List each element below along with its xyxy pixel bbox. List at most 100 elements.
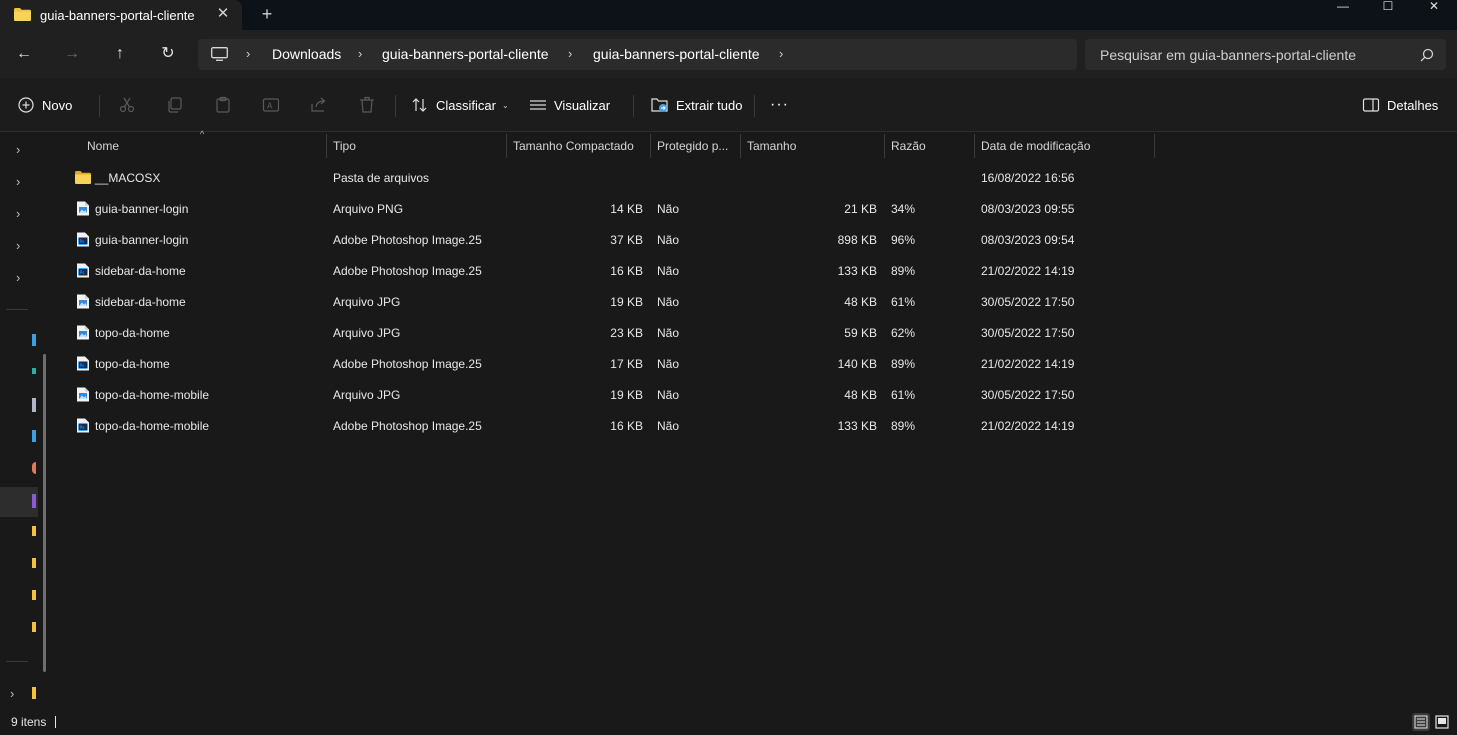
copy-button[interactable] xyxy=(166,78,191,132)
tab-close-button[interactable]: ✕ xyxy=(214,5,232,23)
folder-icon[interactable] xyxy=(32,590,36,600)
column-header-label: Tipo xyxy=(333,139,356,153)
tiles-view-icon[interactable] xyxy=(1433,713,1451,731)
breadcrumb-separator[interactable]: › xyxy=(358,46,362,61)
file-name-cell[interactable]: __MACOSX xyxy=(95,171,325,185)
address-bar[interactable]: › Downloads › guia-banners-portal-client… xyxy=(198,39,1077,70)
share-button[interactable] xyxy=(310,78,335,132)
file-name-cell[interactable]: guia-banner-login xyxy=(95,233,325,247)
expand-chevron-icon[interactable]: › xyxy=(16,270,26,285)
toolbar-divider xyxy=(633,95,634,117)
file-name-cell[interactable]: topo-da-home-mobile xyxy=(95,388,325,402)
breadcrumb-separator[interactable]: › xyxy=(568,46,572,61)
details-view-icon[interactable] xyxy=(1412,713,1430,731)
folder-icon[interactable] xyxy=(32,558,36,568)
nav-item-icon[interactable] xyxy=(32,494,36,508)
nav-item-icon[interactable] xyxy=(32,398,36,412)
expand-chevron-icon[interactable]: › xyxy=(16,174,26,189)
search-input[interactable]: Pesquisar em guia-banners-portal-cliente xyxy=(1085,39,1446,70)
column-header-protected[interactable]: Protegido p... xyxy=(651,132,740,158)
image-file-icon xyxy=(77,325,89,340)
column-header-compressed-size[interactable]: Tamanho Compactado xyxy=(507,132,650,158)
column-header-name[interactable]: Nome xyxy=(55,132,326,158)
file-protected-cell: Não xyxy=(657,326,680,340)
expand-chevron-icon[interactable]: › xyxy=(16,142,26,157)
close-window-button[interactable]: ✕ xyxy=(1411,0,1457,14)
new-tab-button[interactable]: + xyxy=(257,4,277,24)
breadcrumb-separator[interactable]: › xyxy=(246,46,250,61)
breadcrumb-separator[interactable]: › xyxy=(779,46,783,61)
file-row[interactable]: Ps guia-banner-login Adobe Photoshop Image… xyxy=(65,224,1155,255)
file-row[interactable]: guia-banner-login Arquivo PNG 14 KB Não 21 K… xyxy=(65,193,1155,224)
file-protected-cell: Não xyxy=(657,357,680,371)
search-icon[interactable] xyxy=(1420,48,1434,62)
maximize-button[interactable]: ☐ xyxy=(1365,0,1411,14)
nav-item-icon[interactable] xyxy=(32,334,36,346)
file-type-cell: Adobe Photoshop Image.25 xyxy=(333,357,482,371)
computer-icon[interactable] xyxy=(211,47,228,61)
expand-chevron-icon[interactable]: › xyxy=(10,686,20,701)
sort-button[interactable]: Classificar ⌄ xyxy=(411,78,509,132)
title-bar: guia-banners-portal-cliente ✕ + — ☐ ✕ xyxy=(0,0,1457,30)
nav-item-icon[interactable] xyxy=(32,430,36,442)
file-name-cell[interactable]: topo-da-home-mobile xyxy=(95,419,325,433)
file-row[interactable]: Ps topo-da-home Adobe Photoshop Image.25 17… xyxy=(65,348,1155,379)
forward-button[interactable]: → xyxy=(60,42,84,66)
breadcrumb-subfolder[interactable]: guia-banners-portal-cliente xyxy=(593,46,760,62)
nav-item-icon[interactable] xyxy=(32,462,36,474)
file-row[interactable]: sidebar-da-home Arquivo JPG 19 KB Não 48 KB 6… xyxy=(65,286,1155,317)
expand-chevron-icon[interactable]: › xyxy=(16,238,26,253)
column-header-modified[interactable]: Data de modificação xyxy=(975,132,1154,158)
expand-chevron-icon[interactable]: › xyxy=(16,206,26,221)
extract-icon xyxy=(651,98,668,112)
file-name-cell[interactable]: topo-da-home xyxy=(95,326,325,340)
details-button[interactable]: Detalhes xyxy=(1362,78,1438,132)
nav-item-icon[interactable] xyxy=(32,368,36,374)
column-header-size[interactable]: Tamanho xyxy=(741,132,884,158)
breadcrumb-downloads[interactable]: Downloads xyxy=(272,46,341,62)
minimize-button[interactable]: — xyxy=(1320,0,1366,14)
navigation-scrollbar[interactable] xyxy=(43,354,46,672)
breadcrumb-folder[interactable]: guia-banners-portal-cliente xyxy=(382,46,549,62)
file-type-cell: Arquivo JPG xyxy=(333,326,401,340)
column-header-type[interactable]: Tipo xyxy=(327,132,506,158)
tab-active[interactable]: guia-banners-portal-cliente ✕ xyxy=(0,0,242,30)
cut-button[interactable] xyxy=(118,78,143,132)
folder-icon xyxy=(75,171,91,184)
file-row[interactable]: topo-da-home-mobile Arquivo JPG 19 KB Não 48… xyxy=(65,379,1155,410)
file-compressed-cell: 23 KB xyxy=(610,326,643,340)
column-header-ratio[interactable]: Razão xyxy=(885,132,974,158)
file-name-cell[interactable]: guia-banner-login xyxy=(95,202,325,216)
paste-button[interactable] xyxy=(214,78,239,132)
file-row[interactable]: __MACOSX Pasta de arquivos 16/08/2022 16:5… xyxy=(65,162,1155,193)
more-options-button[interactable]: ··· xyxy=(770,78,789,132)
refresh-button[interactable]: ↻ xyxy=(156,42,180,66)
file-name-cell[interactable]: topo-da-home xyxy=(95,357,325,371)
file-name-cell[interactable]: sidebar-da-home xyxy=(95,295,325,309)
new-button[interactable]: Novo xyxy=(17,78,72,132)
delete-button[interactable] xyxy=(358,78,383,132)
file-row[interactable]: Ps sidebar-da-home Adobe Photoshop Image.2… xyxy=(65,255,1155,286)
file-compressed-cell: 37 KB xyxy=(610,233,643,247)
file-type-cell: Arquivo PNG xyxy=(333,202,404,216)
folder-icon[interactable] xyxy=(32,526,36,536)
back-button[interactable]: ← xyxy=(12,42,36,66)
details-pane-icon xyxy=(1362,98,1380,112)
folder-icon[interactable] xyxy=(32,687,36,699)
up-button[interactable]: ↑ xyxy=(108,42,132,66)
column-resize-handle[interactable] xyxy=(1154,134,1155,158)
file-row[interactable]: Ps topo-da-home-mobile Adobe Photoshop Ima… xyxy=(65,410,1155,441)
file-name-cell[interactable]: sidebar-da-home xyxy=(95,264,325,278)
file-row[interactable]: topo-da-home Arquivo JPG 23 KB Não 59 KB 62% 3… xyxy=(65,317,1155,348)
file-modified-cell: 30/05/2022 17:50 xyxy=(981,295,1075,309)
plus-circle-icon xyxy=(18,97,34,113)
file-compressed-cell: 16 KB xyxy=(610,264,643,278)
folder-icon[interactable] xyxy=(32,622,36,632)
file-protected-cell: Não xyxy=(657,202,680,216)
rename-button[interactable]: A xyxy=(262,78,287,132)
extract-all-button[interactable]: Extrair tudo xyxy=(651,78,742,132)
file-ratio-cell: 61% xyxy=(891,295,916,309)
file-type-cell: Arquivo JPG xyxy=(333,295,401,309)
view-button[interactable]: Visualizar xyxy=(529,78,610,132)
column-header-label: Razão xyxy=(891,139,926,153)
